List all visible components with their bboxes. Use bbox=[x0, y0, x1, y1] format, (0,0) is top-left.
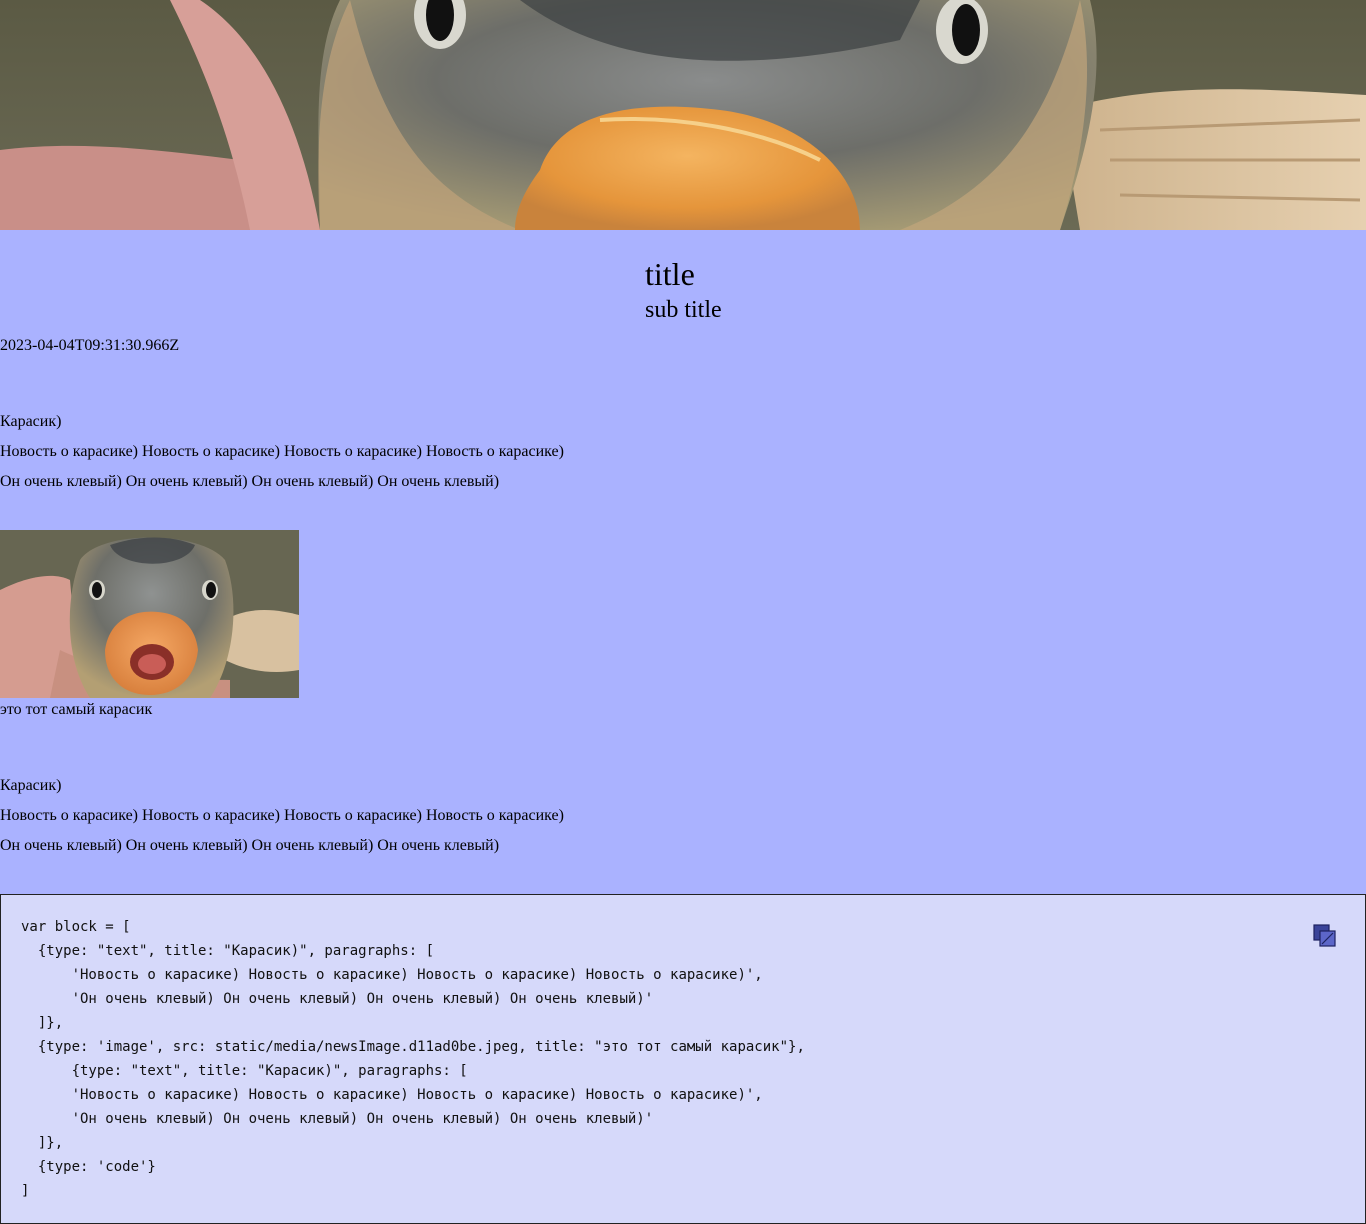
text-block-paragraph: Новость о карасике) Новость о карасике) … bbox=[0, 807, 564, 824]
news-image bbox=[0, 530, 299, 698]
text-block-title: Карасик) bbox=[0, 777, 62, 794]
text-block-title: Карасик) bbox=[0, 413, 62, 430]
copy-button[interactable] bbox=[1313, 924, 1337, 948]
text-block-paragraph: Он очень клевый) Он очень клевый) Он оче… bbox=[0, 837, 500, 854]
text-block-paragraph: Новость о карасике) Новость о карасике) … bbox=[0, 443, 564, 460]
code-content: var block = [ {type: "text", title: "Кар… bbox=[21, 919, 805, 1199]
page-subtitle: sub title bbox=[645, 297, 722, 323]
hero-banner bbox=[0, 0, 1366, 230]
publish-date: 2023-04-04T09:31:30.966Z bbox=[0, 337, 180, 354]
hero-fish-image bbox=[0, 0, 1366, 230]
text-block-paragraph: Он очень клевый) Он очень клевый) Он оче… bbox=[0, 473, 500, 490]
image-caption: это тот самый карасик bbox=[0, 701, 153, 718]
page-title: title bbox=[645, 256, 695, 292]
fish-image bbox=[0, 530, 299, 698]
code-block: var block = [ {type: "text", title: "Кар… bbox=[0, 894, 1366, 1224]
copy-icon bbox=[1313, 924, 1336, 947]
